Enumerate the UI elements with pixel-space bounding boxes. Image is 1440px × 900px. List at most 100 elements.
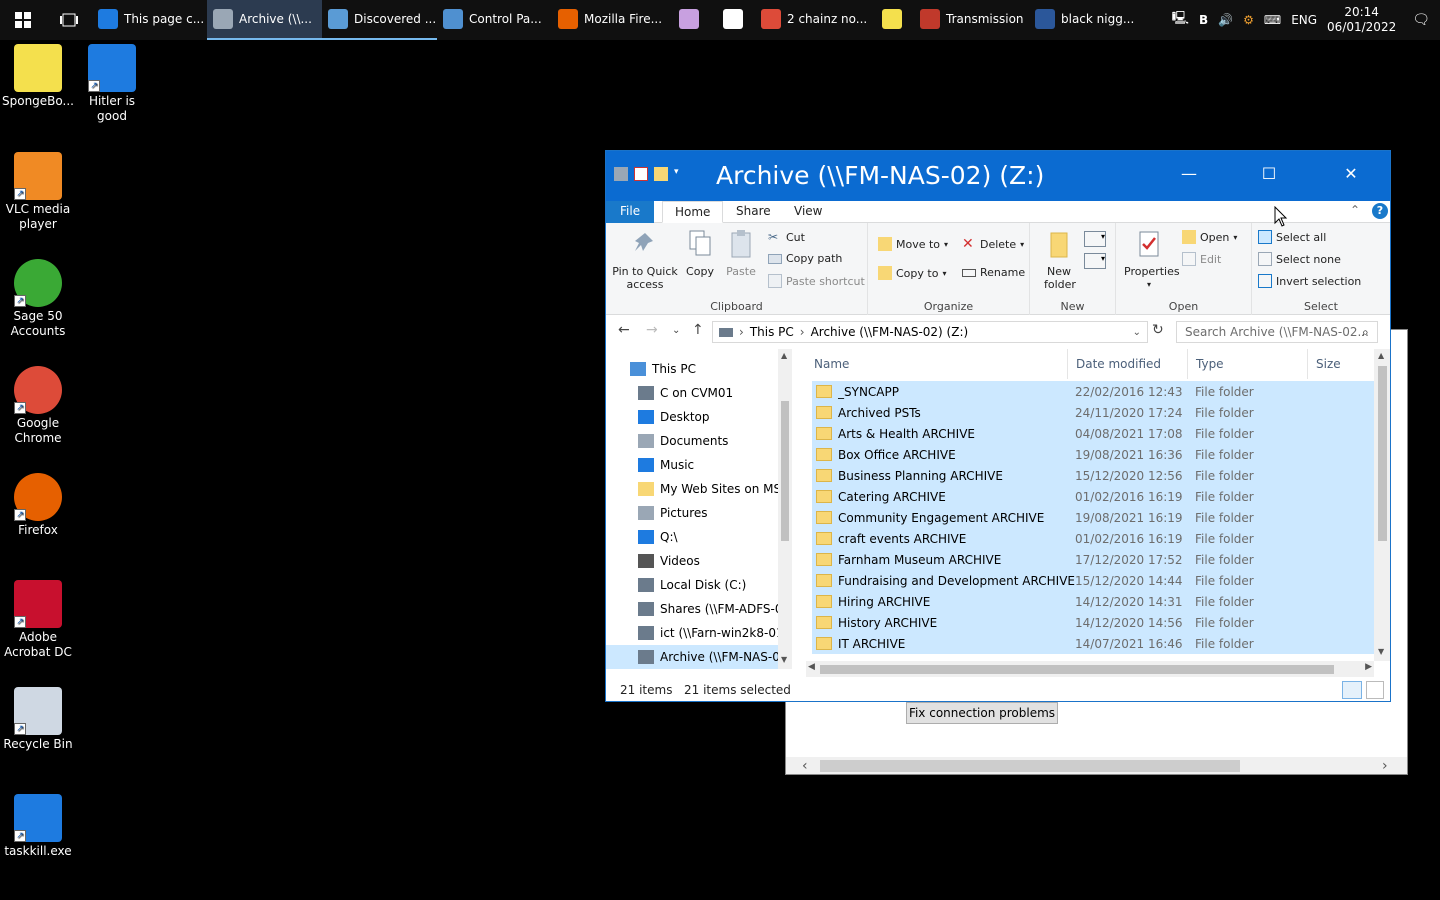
scroll-up-icon[interactable]: ▲ [1378,351,1384,360]
column-header-type[interactable]: Type [1188,349,1308,379]
forward-icon[interactable]: → [646,322,658,338]
nav-item[interactable]: Q:\ [606,525,778,549]
taskbar-item[interactable] [870,0,914,40]
desktop-icon[interactable]: ↗ Recycle Bin [0,687,76,752]
minimize-button[interactable]: — [1166,151,1212,185]
nav-item[interactable]: Desktop [606,405,778,429]
copy-path-button[interactable]: Copy path [768,252,842,265]
desktop-icon[interactable]: ↗ Google Chrome [0,366,76,446]
nav-item[interactable]: ict (\\Farn-win2k8-01) [606,621,778,645]
taskbar-item[interactable]: Discovered ... [322,0,437,40]
new-item-icon[interactable]: ▾ [1084,231,1106,247]
copy-to-button[interactable]: Copy to ▾ [878,266,946,280]
collapse-ribbon-icon[interactable]: ⌃ [1350,203,1360,217]
scroll-left-icon[interactable]: ‹ [802,758,808,774]
desktop-icon[interactable]: ↗ Firefox [0,473,76,538]
language-indicator[interactable]: ENG [1291,13,1317,27]
pin-to-quick-access-button[interactable]: Pin to Quick access [612,229,678,291]
taskbar-item[interactable]: This page c... [92,0,207,40]
taskbar-item[interactable]: Transmission [914,0,1029,40]
keyboard-icon[interactable]: ⌨ [1264,13,1281,27]
desktop-icon[interactable]: ↗ Adobe Acrobat DC [0,580,76,660]
open-button[interactable]: Open ▾ [1182,230,1237,244]
tab-share[interactable]: Share [724,201,783,223]
column-header-size[interactable]: Size [1308,349,1374,379]
tab-home[interactable]: Home [662,201,724,223]
desktop-icon[interactable]: ↗ taskkill.exe [0,794,76,859]
taskbar-item[interactable]: Control Pa... [437,0,552,40]
refresh-icon[interactable]: ↻ [1152,322,1164,338]
navigation-pane-scrollbar[interactable]: ▲ ▼ [778,349,792,669]
file-row[interactable]: History ARCHIVE 14/12/2020 14:56 File fold… [812,612,1374,633]
customize-qat-icon[interactable]: ▾ [674,167,682,181]
paste-shortcut-button[interactable]: Paste shortcut [768,274,865,288]
new-folder-button[interactable]: New folder [1044,229,1076,291]
nav-item[interactable]: C on CVM01 [606,381,778,405]
delete-button[interactable]: ✕ Delete ▾ [962,237,1024,251]
select-none-button[interactable]: Select none [1258,252,1341,266]
nav-item[interactable]: Shares (\\FM-ADFS-01 [606,597,778,621]
move-to-button[interactable]: Move to ▾ [878,237,948,251]
nav-item[interactable]: Local Disk (C:) [606,573,778,597]
file-list-scroll-thumb[interactable] [1378,366,1387,541]
help-icon[interactable]: ? [1372,203,1388,219]
file-row[interactable]: Hiring ARCHIVE 14/12/2020 14:31 File folde… [812,591,1374,612]
cut-button[interactable]: ✂ Cut [768,230,805,244]
navigation-pane-scroll-thumb[interactable] [781,401,789,541]
scroll-down-icon[interactable]: ▼ [1378,647,1384,656]
network-icon[interactable]: 🖳 [1172,9,1189,31]
start-button[interactable] [0,0,46,40]
maximize-button[interactable]: ☐ [1246,151,1292,185]
search-input[interactable]: Search Archive (\\FM-NAS-02... [1176,321,1378,343]
nav-item[interactable]: My Web Sites on MSN [606,477,778,501]
drive-icon[interactable] [614,167,628,181]
nav-item[interactable]: Documents [606,429,778,453]
taskbar-item[interactable]: black nigg... [1029,0,1144,40]
notifications-icon[interactable]: 🗨 [1406,12,1430,28]
fix-connection-problems-button[interactable]: Fix connection problems [906,702,1058,724]
properties-button[interactable]: Properties ▾ [1124,229,1180,291]
desktop-icon[interactable]: ↗ Hitler is good [74,44,150,124]
file-row[interactable]: Arts & Health ARCHIVE 04/08/2021 17:08 Fil… [812,423,1374,444]
scroll-up-icon[interactable]: ▲ [781,351,787,360]
desktop-icon[interactable]: ↗ Sage 50 Accounts [0,259,76,339]
task-view-button[interactable] [46,0,92,40]
nav-item[interactable]: This PC [606,357,778,381]
new-folder-qat-icon[interactable] [654,167,668,181]
breadcrumb-this-pc[interactable]: This PC [750,325,794,339]
address-bar[interactable]: › This PC › Archive (\\FM-NAS-02) (Z:) ⌄ [712,321,1148,343]
file-row[interactable]: Business Planning ARCHIVE 15/12/2020 12:5… [812,465,1374,486]
file-row[interactable]: Box Office ARCHIVE 19/08/2021 16:36 File f… [812,444,1374,465]
nav-item[interactable]: Music [606,453,778,477]
file-row[interactable]: craft events ARCHIVE 01/02/2016 16:19 File… [812,528,1374,549]
tray-b-badge[interactable]: B [1199,13,1208,27]
clock[interactable]: 20:14 06/01/2022 [1327,5,1396,35]
background-window-hscroll-thumb[interactable] [820,760,1240,772]
taskbar-item[interactable]: Mozilla Fire... [552,0,667,40]
properties-qat-icon[interactable] [634,167,648,181]
tab-file[interactable]: File [606,201,655,223]
scroll-right-icon[interactable]: › [1382,758,1388,774]
up-icon[interactable]: ↑ [692,322,704,338]
taskbar-item[interactable] [667,0,711,40]
tray-app-icon[interactable]: ⚙ [1243,13,1254,27]
nav-item[interactable]: Pictures [606,501,778,525]
column-header-date-modified[interactable]: Date modified [1068,349,1188,379]
nav-item[interactable]: Videos [606,549,778,573]
select-all-button[interactable]: Select all [1258,230,1326,244]
back-icon[interactable]: ← [618,322,630,338]
file-row[interactable]: Fundraising and Development ARCHIVE 15/12… [812,570,1374,591]
scroll-right-icon[interactable]: ▶ [1365,662,1372,672]
file-row[interactable]: Archived PSTs 24/11/2020 17:24 File folder [812,402,1374,423]
desktop-icon[interactable]: SpongeBo... [0,44,76,109]
recent-locations-icon[interactable]: ⌄ [672,325,680,336]
taskbar-item[interactable]: Archive (\\... [207,0,322,40]
desktop-icon[interactable]: ↗ VLC media player [0,152,76,232]
scroll-left-icon[interactable]: ◀ [808,662,815,672]
nav-item[interactable]: Archive (\\FM-NAS-02 [606,645,778,669]
copy-button[interactable]: Copy [682,229,718,278]
taskbar-item[interactable] [711,0,755,40]
details-view-icon[interactable] [1342,681,1362,699]
edit-button[interactable]: Edit [1182,252,1221,266]
easy-access-icon[interactable]: ▾ [1084,253,1106,269]
